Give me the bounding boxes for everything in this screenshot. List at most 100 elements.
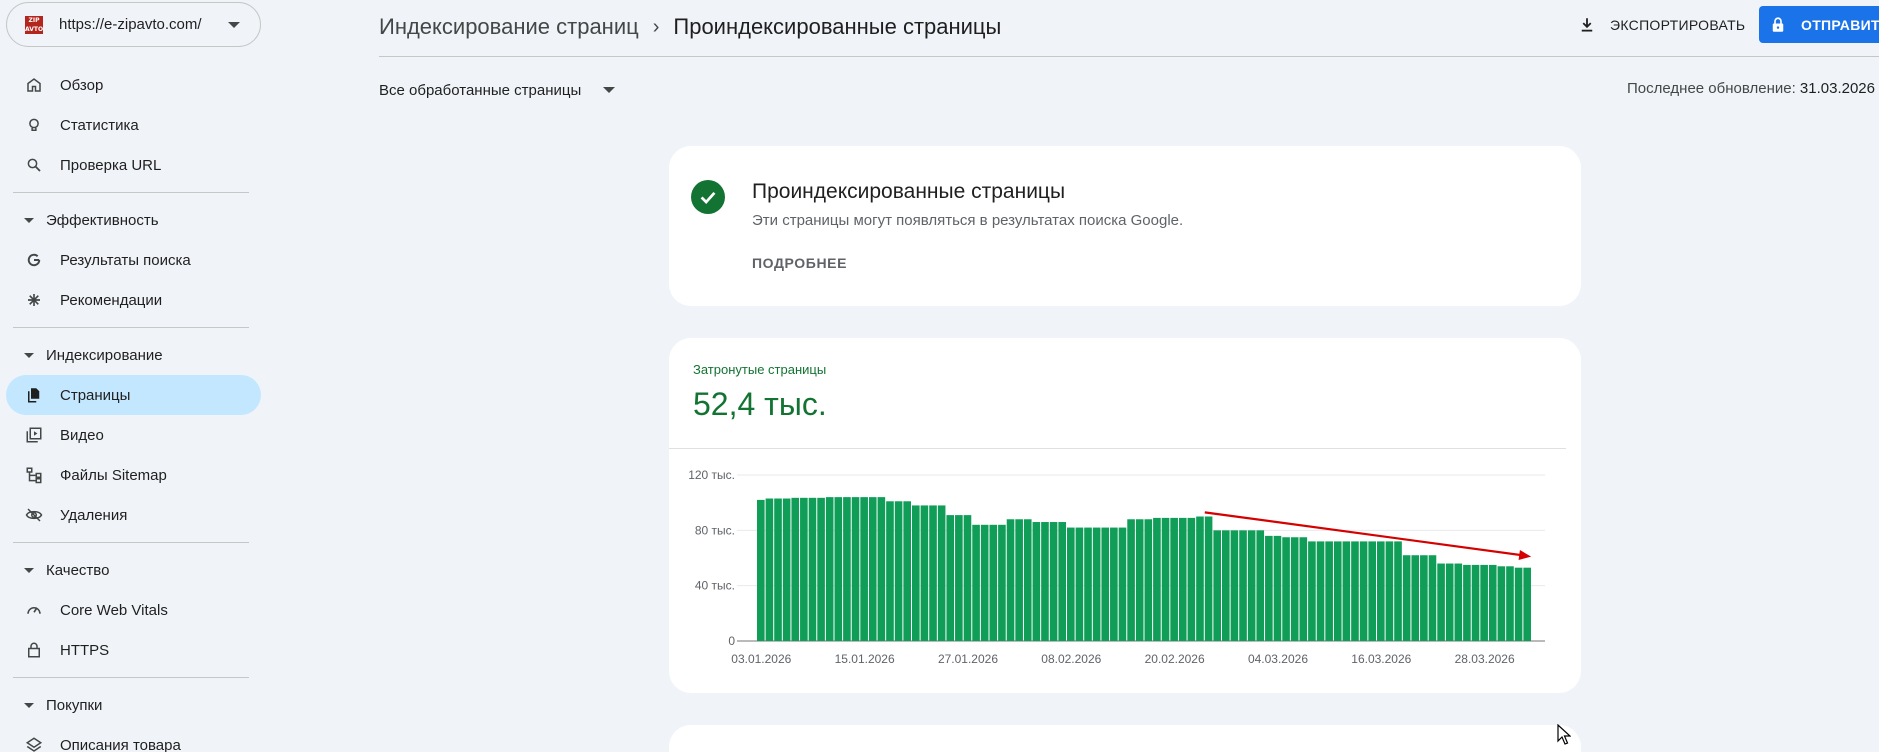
chart-bar[interactable]	[825, 497, 834, 641]
chart-bar[interactable]	[1092, 527, 1101, 641]
page-filter-dropdown[interactable]: Все обработанные страницы	[379, 78, 616, 102]
breadcrumb-parent-link[interactable]: Индексирование страниц	[379, 14, 639, 40]
chart-bar[interactable]	[877, 497, 886, 641]
chart-bar[interactable]	[1299, 537, 1308, 641]
chart-bar[interactable]	[1445, 563, 1454, 641]
chart-bar[interactable]	[1204, 516, 1213, 642]
chart-bar[interactable]	[1067, 527, 1075, 641]
chart-bar[interactable]	[868, 497, 877, 641]
sidebar-section-quality[interactable]: Качество	[24, 552, 254, 588]
chart-bar[interactable]	[1161, 517, 1170, 641]
chart-bar[interactable]	[1110, 527, 1118, 641]
chart-bar[interactable]	[1488, 564, 1497, 641]
chart-bar[interactable]	[1247, 530, 1256, 641]
chart-bar[interactable]	[1187, 517, 1196, 641]
chart-bar[interactable]	[1377, 541, 1385, 641]
chart-bar[interactable]	[1333, 541, 1342, 641]
chart-bar[interactable]	[1428, 555, 1437, 641]
chart-bar[interactable]	[1480, 564, 1488, 641]
chart-bar[interactable]	[989, 524, 998, 641]
chart-bar[interactable]	[1144, 519, 1153, 641]
export-button[interactable]: ЭКСПОРТИРОВАТЬ	[1578, 10, 1745, 40]
chart-bar[interactable]	[998, 524, 1006, 641]
sidebar-section-shopping[interactable]: Покупки	[24, 687, 254, 723]
chart-bar[interactable]	[1230, 530, 1239, 641]
chart-bar[interactable]	[860, 497, 868, 641]
chart-bar[interactable]	[946, 515, 955, 641]
chart-bar[interactable]	[920, 505, 929, 641]
sidebar-item-removals[interactable]: Удаления	[6, 495, 261, 535]
sidebar-item-core-web-vitals[interactable]: Core Web Vitals	[6, 590, 261, 630]
chart-bar[interactable]	[1411, 555, 1420, 641]
chart-bar[interactable]	[808, 497, 817, 641]
chart-bar[interactable]	[912, 505, 920, 641]
property-selector[interactable]: ZIP AVTO https://e-zipavto.com/	[6, 2, 261, 47]
chart-bar[interactable]	[1239, 530, 1247, 641]
chart-bar[interactable]	[1394, 541, 1402, 641]
chart-bar[interactable]	[1351, 541, 1359, 641]
sidebar-item-videos[interactable]: Видео	[6, 415, 261, 455]
chart-bar[interactable]	[1290, 537, 1299, 641]
chart-bar[interactable]	[1265, 535, 1273, 641]
chart-bar[interactable]	[1058, 522, 1066, 641]
chart-bar[interactable]	[782, 498, 791, 641]
chart-bar[interactable]	[972, 524, 980, 641]
chart-bar[interactable]	[1420, 555, 1428, 641]
chart-bar[interactable]	[1041, 522, 1049, 641]
indexed-pages-chart[interactable]: 0 40 тыс. 80 тыс. 120 тыс. 03.01.2026 15.01.2…	[669, 450, 1581, 693]
chart-bar[interactable]	[1049, 522, 1058, 641]
sidebar-item-product-snippets[interactable]: Описания товара	[6, 725, 261, 752]
chart-bar[interactable]	[1075, 527, 1084, 641]
sidebar-item-https[interactable]: HTTPS	[6, 630, 261, 670]
sidebar-item-pages[interactable]: Страницы	[6, 375, 261, 415]
sidebar-item-recommendations[interactable]: Рекомендации	[6, 280, 261, 320]
chart-bar[interactable]	[1256, 530, 1265, 641]
chart-bar[interactable]	[1153, 517, 1161, 641]
chart-bar[interactable]	[1101, 527, 1110, 641]
chart-bar[interactable]	[1308, 541, 1316, 641]
chart-bar[interactable]	[1196, 516, 1204, 642]
chart-bar[interactable]	[843, 497, 851, 641]
chart-bar[interactable]	[980, 524, 989, 641]
chart-bar[interactable]	[1170, 517, 1178, 641]
chart-bar[interactable]	[1135, 519, 1144, 641]
chart-bar[interactable]	[800, 497, 808, 641]
chart-bar[interactable]	[1127, 519, 1135, 641]
chart-bar[interactable]	[1015, 519, 1023, 641]
chart-bar[interactable]	[834, 497, 843, 641]
chart-bar[interactable]	[1359, 541, 1368, 641]
chart-bar[interactable]	[817, 497, 825, 641]
chart-bar[interactable]	[929, 505, 937, 641]
chart-bar[interactable]	[757, 499, 765, 641]
chart-bar[interactable]	[1213, 530, 1221, 641]
chart-bar[interactable]	[1385, 541, 1394, 641]
chart-bar[interactable]	[1273, 535, 1282, 641]
learn-more-link[interactable]: ПОДРОБНЕЕ	[752, 255, 847, 271]
chart-bar[interactable]	[1084, 527, 1092, 641]
chart-bar[interactable]	[1514, 567, 1523, 641]
chart-bar[interactable]	[1523, 567, 1531, 641]
chart-bar[interactable]	[1471, 564, 1480, 641]
chart-bar[interactable]	[1454, 563, 1463, 641]
chart-bar[interactable]	[1402, 555, 1411, 641]
submit-button[interactable]: ОТПРАВИТЬ	[1759, 6, 1879, 43]
chart-bar[interactable]	[903, 501, 911, 641]
sidebar-item-insights[interactable]: Статистика	[6, 105, 261, 145]
chart-bar[interactable]	[1222, 530, 1230, 641]
chart-bar[interactable]	[1325, 541, 1333, 641]
sidebar-item-url-inspection[interactable]: Проверка URL	[6, 145, 261, 185]
chart-bar[interactable]	[1032, 522, 1041, 641]
chart-bar[interactable]	[851, 497, 860, 641]
chart-bar[interactable]	[1006, 519, 1015, 641]
chart-bar[interactable]	[955, 515, 963, 641]
chart-bar[interactable]	[1506, 566, 1514, 641]
chart-bar[interactable]	[1178, 517, 1187, 641]
chart-bar[interactable]	[1368, 541, 1376, 641]
chart-bar[interactable]	[1282, 537, 1290, 641]
chart-bar[interactable]	[791, 497, 800, 641]
chart-bar[interactable]	[765, 498, 774, 641]
chart-bar[interactable]	[963, 515, 972, 641]
chart-bar[interactable]	[886, 501, 894, 641]
chart-bar[interactable]	[1118, 527, 1127, 641]
sidebar-section-performance[interactable]: Эффективность	[24, 202, 254, 238]
